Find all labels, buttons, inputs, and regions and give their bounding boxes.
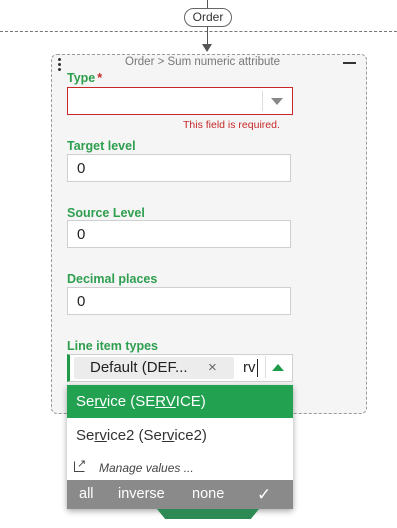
search-text[interactable]: rv xyxy=(243,359,256,376)
select-divider xyxy=(262,91,263,111)
confirm-check-icon[interactable]: ✓ xyxy=(257,480,271,509)
chevron-up-icon[interactable] xyxy=(272,364,284,371)
chip-remove-icon[interactable]: × xyxy=(208,359,217,376)
select-all-button[interactable]: all xyxy=(79,480,94,509)
target-level-label: Target level xyxy=(67,139,136,153)
decimal-places-label: Decimal places xyxy=(67,272,158,286)
drag-handle-icon[interactable] xyxy=(56,58,62,72)
external-link-arrow: ↗ xyxy=(77,458,87,470)
connector-line-bottom xyxy=(207,26,208,45)
type-label: Type * xyxy=(67,71,103,85)
dashed-separator xyxy=(0,31,397,32)
type-select[interactable] xyxy=(67,87,293,115)
next-node-edge xyxy=(157,509,259,519)
dropdown-option-service[interactable]: Service (SERVICE) xyxy=(67,385,293,418)
target-level-input[interactable]: 0 xyxy=(67,154,291,182)
select-inverse-button[interactable]: inverse xyxy=(118,480,165,509)
text-cursor xyxy=(257,359,258,377)
line-item-types-label: Line item types xyxy=(67,339,158,353)
connector-line-top xyxy=(207,0,208,8)
arrow-down-icon xyxy=(202,44,212,52)
type-error-message: This field is required. xyxy=(183,119,280,131)
chevron-down-icon[interactable] xyxy=(271,98,283,105)
source-level-input[interactable]: 0 xyxy=(67,220,291,248)
collapse-icon[interactable] xyxy=(343,62,356,64)
node-title: Order > Sum numeric attribute xyxy=(125,56,280,68)
source-level-label: Source Level xyxy=(67,206,145,220)
required-marker: * xyxy=(97,71,103,85)
select-none-button[interactable]: none xyxy=(192,480,224,509)
decimal-places-input[interactable]: 0 xyxy=(67,287,291,315)
order-connector-label[interactable]: Order xyxy=(184,8,232,27)
dropdown-option-service2[interactable]: Service2 (Service2) xyxy=(67,419,293,452)
select-divider xyxy=(265,356,266,378)
manage-values-label[interactable]: Manage values ... xyxy=(99,461,194,481)
chip-label: Default (DEF... xyxy=(90,359,188,376)
